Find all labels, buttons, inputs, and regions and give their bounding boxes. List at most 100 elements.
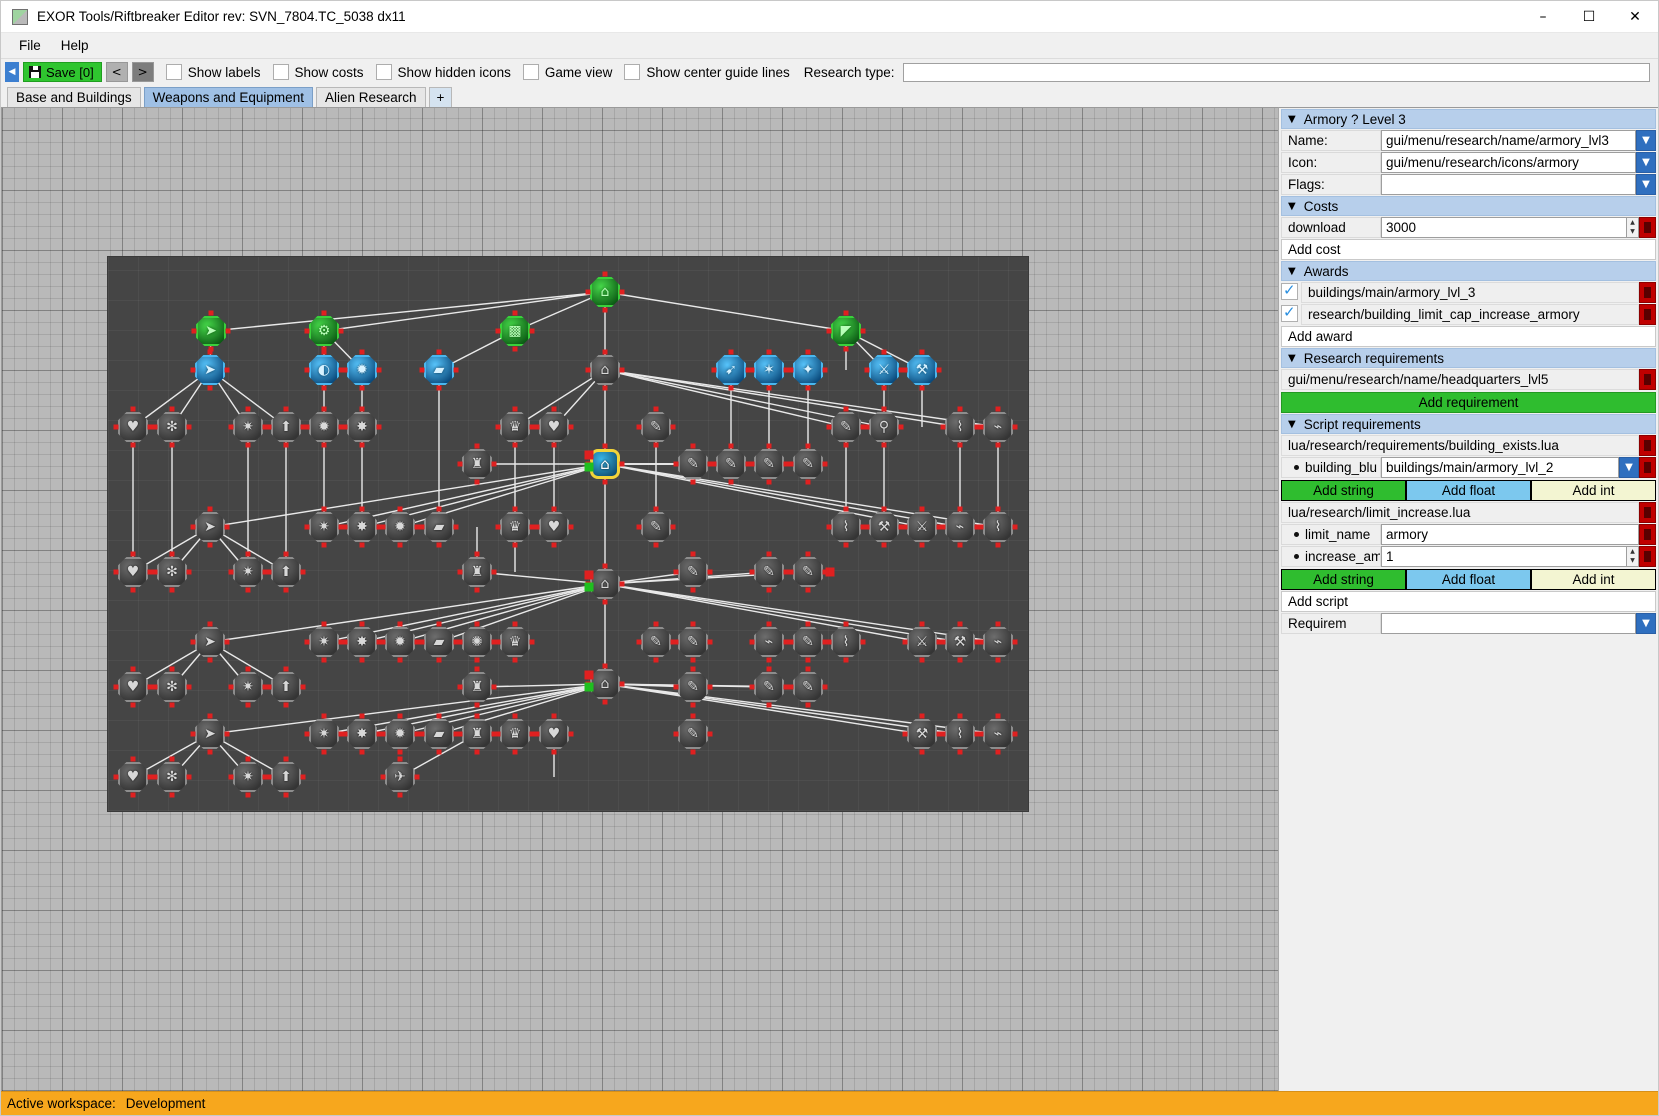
research-node-connector[interactable] <box>169 551 175 557</box>
research-node-connector[interactable] <box>207 713 213 719</box>
research-node-connector[interactable] <box>670 424 676 430</box>
research-node[interactable]: ➤ <box>196 316 226 346</box>
research-node-connector[interactable] <box>602 699 608 705</box>
research-node-connector[interactable] <box>207 657 213 663</box>
research-node[interactable]: ♥ <box>539 719 569 749</box>
research-node[interactable]: ⌁ <box>983 412 1013 442</box>
research-node[interactable]: ✷ <box>233 557 263 587</box>
footer-requirement-dropdown-icon[interactable]: ▼ <box>1636 613 1656 634</box>
save-button[interactable]: Save [0] <box>23 62 102 82</box>
research-node-connector[interactable] <box>245 792 251 798</box>
research-node-connector[interactable] <box>919 713 925 719</box>
show-center-guide-lines-group[interactable]: Show center guide lines <box>624 64 790 80</box>
research-node-connector[interactable] <box>995 406 1001 412</box>
research-node-connector[interactable] <box>551 406 557 412</box>
research-node-connector[interactable] <box>707 684 713 690</box>
research-node[interactable]: ⌂ <box>590 669 620 699</box>
flags-value[interactable] <box>1381 174 1636 195</box>
delete-script-param-button-1-0[interactable] <box>1639 524 1656 545</box>
research-node-connector[interactable] <box>190 731 196 737</box>
footer-requirement-value[interactable] <box>1381 613 1636 634</box>
section-header-armory[interactable]: ▼ Armory ? Level 3 <box>1281 109 1656 129</box>
research-node-connector[interactable] <box>957 542 963 548</box>
research-node-connector[interactable] <box>995 749 1001 755</box>
research-node[interactable]: ⬆ <box>271 557 301 587</box>
research-node-connector[interactable] <box>495 639 501 645</box>
research-node-connector[interactable] <box>113 569 119 575</box>
menu-item-file[interactable]: File <box>9 35 51 56</box>
research-node-connector[interactable] <box>636 424 642 430</box>
research-node-connector[interactable] <box>602 563 608 569</box>
research-node-connector[interactable] <box>1012 639 1018 645</box>
game-view-group[interactable]: Game view <box>522 64 612 80</box>
research-node-connector[interactable] <box>881 442 887 448</box>
research-node-connector[interactable] <box>766 621 772 627</box>
research-node-connector[interactable] <box>749 639 755 645</box>
chevron-down-icon[interactable]: ▼ <box>1288 266 1296 277</box>
research-node-connector[interactable] <box>881 506 887 512</box>
research-node-connector[interactable] <box>359 621 365 627</box>
research-node-connector[interactable] <box>169 587 175 593</box>
close-button[interactable]: ✕ <box>1612 1 1658 33</box>
research-node-connector[interactable] <box>749 367 755 373</box>
add-cost-button[interactable]: Add cost <box>1281 239 1656 260</box>
research-node-connector[interactable] <box>304 424 310 430</box>
minimize-button[interactable]: – <box>1520 1 1566 33</box>
research-node[interactable]: ▰ <box>424 512 454 542</box>
delete-script-button-1[interactable] <box>1639 502 1656 523</box>
research-node-connector[interactable] <box>512 749 518 755</box>
research-node-connector[interactable] <box>534 731 540 737</box>
research-node-connector[interactable] <box>130 702 136 708</box>
add-int-button-1[interactable]: Add int <box>1531 569 1656 590</box>
research-node-connector[interactable] <box>436 506 442 512</box>
name-dropdown-icon[interactable]: ▼ <box>1636 130 1656 151</box>
research-node-connector[interactable] <box>995 506 1001 512</box>
research-node[interactable]: ✎ <box>678 672 708 702</box>
research-node-connector[interactable] <box>805 443 811 449</box>
research-node-connector[interactable] <box>805 479 811 485</box>
research-node-connector[interactable] <box>321 621 327 627</box>
research-node-connector[interactable] <box>474 443 480 449</box>
research-node-connector[interactable] <box>283 792 289 798</box>
research-node[interactable]: ♛ <box>500 719 530 749</box>
research-node-connector[interactable] <box>190 367 196 373</box>
research-node-connector[interactable] <box>300 569 306 575</box>
research-node-connector[interactable] <box>266 774 272 780</box>
research-node-connector[interactable] <box>749 569 755 575</box>
research-node-connector[interactable] <box>749 684 755 690</box>
research-node-connector[interactable] <box>321 406 327 412</box>
research-node-connector[interactable] <box>670 524 676 530</box>
research-node-connector[interactable] <box>940 731 946 737</box>
research-node-connector[interactable] <box>919 621 925 627</box>
add-cost-row[interactable]: Add cost <box>1281 239 1656 260</box>
research-node[interactable]: ✹ <box>385 719 415 749</box>
research-tree-canvas[interactable]: ⌂ ➤ ⚙ ▩ ◤ ➤ ◐ ✹ ▰ ⌂ ➹ ✶ ✦ ⚔ ⚒ ♥ ✻ ✷ ⬆ ✹ ✸ ♛ ♥ ✎ ✎ ⚲ ⌇ ⌁ ♜ ⌂ ✎ ✎ ✎ ✎ ➤ ✷ ✸ ✹ ▰ ♛… <box>1 107 1278 1091</box>
research-node-connector[interactable] <box>766 587 772 593</box>
research-node-connector[interactable] <box>957 506 963 512</box>
research-node-connector[interactable] <box>245 666 251 672</box>
script-param-value-1-1[interactable]: 1 <box>1381 546 1627 567</box>
research-node-connector[interactable] <box>169 792 175 798</box>
add-requirement-button[interactable]: Add requirement <box>1281 392 1656 413</box>
research-node-connector[interactable] <box>534 524 540 530</box>
add-script-button[interactable]: Add script <box>1281 591 1656 612</box>
research-node-connector[interactable] <box>397 621 403 627</box>
show-hidden-icons-group[interactable]: Show hidden icons <box>375 64 511 80</box>
research-node-connector[interactable] <box>619 461 625 467</box>
research-node-connector[interactable] <box>245 551 251 557</box>
research-node-connector[interactable] <box>321 657 327 663</box>
research-node-connector[interactable] <box>359 406 365 412</box>
research-node-connector[interactable] <box>495 424 501 430</box>
research-node-connector[interactable] <box>551 442 557 448</box>
research-node-connector[interactable] <box>512 442 518 448</box>
show-hidden-icons-checkbox[interactable] <box>375 64 392 80</box>
research-node-connector[interactable] <box>957 406 963 412</box>
research-node[interactable]: ⌂ <box>590 355 620 385</box>
research-node-connector[interactable] <box>585 367 591 373</box>
research-node-connector[interactable] <box>766 349 772 355</box>
script-path-1[interactable]: lua/research/limit_increase.lua <box>1281 502 1639 523</box>
research-node-selected[interactable]: ⌂ <box>590 449 620 479</box>
research-node-connector[interactable] <box>826 424 832 430</box>
research-node-connector[interactable] <box>453 524 459 530</box>
research-node[interactable]: ⬆ <box>271 762 301 792</box>
